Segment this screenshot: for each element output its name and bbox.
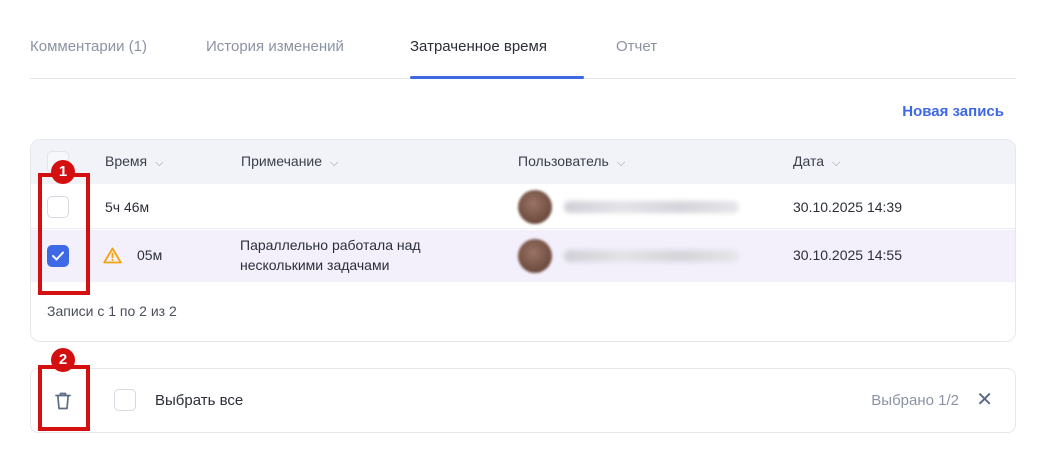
column-date-label: Дата — [793, 153, 825, 169]
annotation-badge-2: 2 — [51, 348, 75, 372]
column-note-label: Примечание — [241, 153, 323, 169]
time-cell: 5ч 46м — [105, 199, 150, 215]
annotation-box-1 — [38, 173, 90, 295]
bulk-action-bar: Выбрать все Выбрано 1/2 ✕ — [30, 368, 1016, 433]
user-name-blurred — [564, 250, 739, 262]
column-date[interactable]: Дата ⌵ — [793, 153, 840, 170]
column-note[interactable]: Примечание ⌵ — [241, 153, 338, 170]
column-time[interactable]: Время ⌵ — [105, 153, 163, 170]
table-row[interactable]: 5ч 46м 30.10.2025 14:39 — [31, 185, 1015, 229]
tabs-bar: Комментарии (1) История изменений Затрач… — [30, 34, 1016, 79]
column-user[interactable]: Пользователь ⌵ — [518, 153, 625, 170]
date-cell: 30.10.2025 14:55 — [793, 247, 902, 263]
tab-history[interactable]: История изменений — [206, 38, 344, 55]
tab-report[interactable]: Отчет — [616, 38, 657, 55]
column-user-label: Пользователь — [518, 153, 609, 169]
chevron-down-icon: ⌵ — [832, 157, 841, 169]
new-record-link[interactable]: Новая запись — [902, 103, 1004, 120]
note-cell: Параллельно работала над несколькими зад… — [240, 235, 421, 275]
select-all-label[interactable]: Выбрать все — [155, 392, 243, 409]
date-cell: 30.10.2025 14:39 — [793, 199, 902, 215]
annotation-box-2 — [38, 365, 90, 431]
avatar — [518, 190, 552, 224]
warning-icon — [103, 247, 122, 264]
avatar — [518, 239, 552, 273]
user-name-blurred — [564, 201, 739, 213]
tab-time-spent[interactable]: Затраченное время — [410, 38, 547, 55]
tab-comments[interactable]: Комментарии (1) — [30, 38, 147, 55]
active-tab-underline — [410, 76, 584, 79]
time-entries-table: Время ⌵ Примечание ⌵ Пользователь ⌵ Дата ⌵ 5… — [30, 139, 1016, 342]
table-row-selected[interactable]: 05м Параллельно работала над несколькими… — [31, 230, 1015, 282]
table-header: Время ⌵ Примечание ⌵ Пользователь ⌵ Дата ⌵ — [31, 140, 1015, 184]
select-all-checkbox[interactable] — [114, 389, 136, 411]
pagination-info: Записи с 1 по 2 из 2 — [47, 303, 177, 319]
note-line: Параллельно работала над — [240, 237, 421, 253]
chevron-down-icon: ⌵ — [616, 157, 626, 169]
time-cell: 05м — [137, 247, 163, 263]
selected-count: Выбрано 1/2 — [871, 392, 959, 409]
close-icon[interactable]: ✕ — [976, 387, 993, 412]
chevron-down-icon: ⌵ — [155, 157, 164, 169]
chevron-down-icon: ⌵ — [330, 157, 339, 169]
note-line: несколькими задачами — [240, 257, 390, 273]
annotation-badge-1: 1 — [51, 160, 75, 184]
column-time-label: Время — [105, 153, 148, 169]
